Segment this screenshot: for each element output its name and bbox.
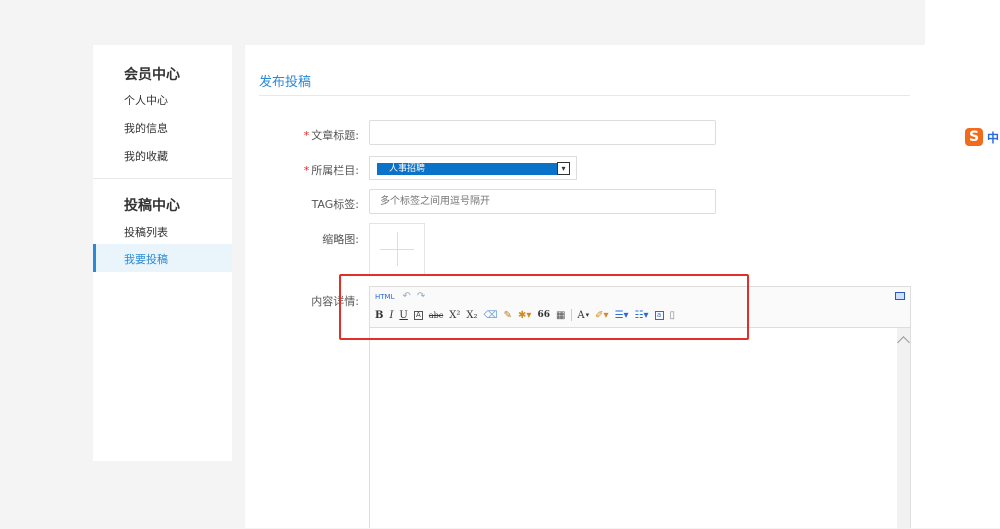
- sidebar-item-submit[interactable]: 我要投稿: [93, 244, 232, 272]
- column-select[interactable]: 人事招聘 ▾: [369, 156, 577, 180]
- page-title: 发布投稿: [259, 75, 312, 90]
- chevron-up-icon[interactable]: [897, 336, 910, 349]
- tag-input[interactable]: [369, 189, 716, 214]
- required-mark: *: [303, 129, 310, 142]
- sidebar-divider: [93, 178, 232, 179]
- chevron-down-icon[interactable]: ▾: [557, 162, 570, 175]
- sidebar-item-submission-list[interactable]: 投稿列表: [124, 224, 168, 240]
- annotation-highlight-box: [339, 274, 749, 340]
- sidebar-section-title-member: 会员中心: [124, 67, 180, 83]
- plus-icon-vertical: [397, 232, 398, 266]
- fullscreen-icon[interactable]: [895, 292, 905, 300]
- column-label: * 所属栏目:: [303, 164, 359, 177]
- sidebar: 会员中心 个人中心 我的信息 我的收藏 投稿中心 投稿列表 我要投稿: [93, 45, 232, 461]
- sogou-icon: S: [965, 128, 983, 146]
- sidebar-item-my-info[interactable]: 我的信息: [124, 120, 168, 136]
- article-title-label: * 文章标题:: [303, 129, 359, 142]
- ime-indicator[interactable]: S 中: [965, 128, 999, 146]
- required-mark: *: [303, 164, 310, 177]
- editor-scrollbar[interactable]: [897, 328, 910, 529]
- sidebar-item-submit-label: 我要投稿: [124, 253, 168, 266]
- ime-mode-label: 中: [987, 130, 1000, 145]
- thumbnail-label: 缩略图:: [322, 233, 359, 246]
- sidebar-section-title-submission: 投稿中心: [124, 198, 180, 214]
- article-title-input[interactable]: [369, 120, 716, 145]
- sidebar-item-my-favorites[interactable]: 我的收藏: [124, 148, 168, 164]
- title-divider: [259, 95, 910, 96]
- column-selected-value: 人事招聘: [377, 163, 557, 175]
- thumbnail-upload[interactable]: [369, 223, 425, 275]
- right-blank-area: [925, 0, 1000, 528]
- tag-label: TAG标签:: [311, 198, 359, 211]
- sidebar-item-personal-center[interactable]: 个人中心: [124, 92, 168, 108]
